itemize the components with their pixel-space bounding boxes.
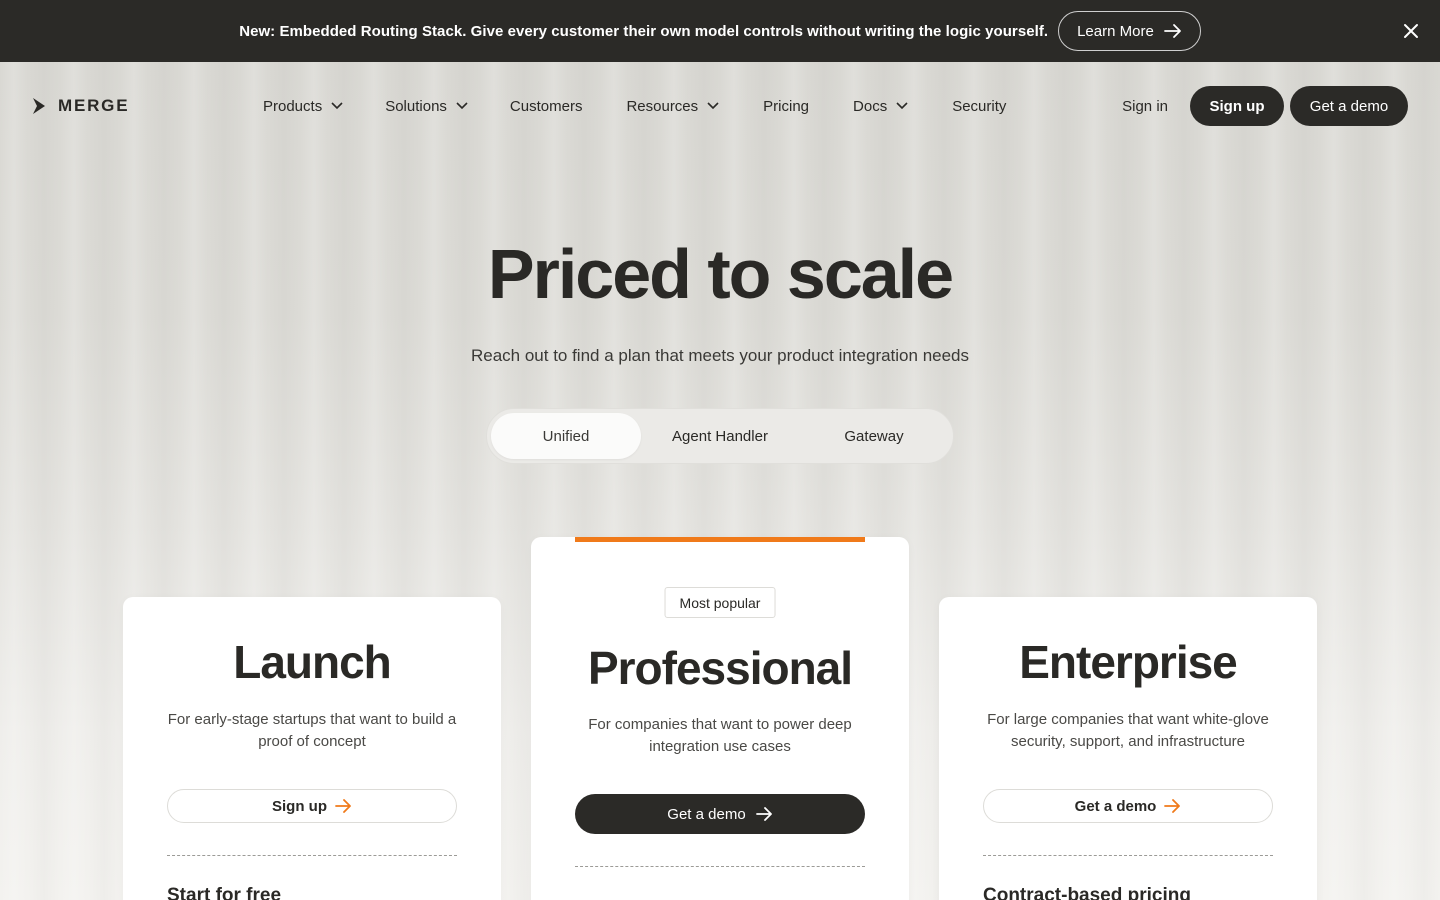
- nav-item-pricing[interactable]: Pricing: [763, 94, 809, 118]
- sign-in-link[interactable]: Sign in: [1122, 98, 1168, 115]
- nav-items: Products Solutions Customers Resources P…: [263, 94, 1006, 118]
- divider: [575, 866, 865, 867]
- button-label: Get a demo: [1074, 797, 1157, 815]
- popular-accent-bar: [575, 537, 865, 542]
- merge-logo-icon: [33, 98, 45, 114]
- banner-text: New: Embedded Routing Stack. Give every …: [239, 22, 1049, 40]
- plan-description: For large companies that want white-glov…: [987, 711, 1269, 750]
- plan-description: For companies that want to power deep in…: [588, 716, 852, 755]
- plan-subheading: Start for free: [167, 885, 282, 900]
- sign-up-label: Sign up: [1209, 97, 1265, 115]
- arrow-right-icon: [1164, 799, 1181, 813]
- plan-description: For early-stage startups that want to bu…: [167, 711, 457, 750]
- arrow-right-icon: [1163, 24, 1181, 38]
- enterprise-get-demo-button[interactable]: Get a demo: [983, 789, 1273, 823]
- sign-up-button[interactable]: Sign up: [1190, 86, 1284, 126]
- tab-agent-handler[interactable]: Agent Handler: [641, 413, 799, 459]
- nav-item-products[interactable]: Products: [263, 94, 343, 118]
- button-label: Sign up: [272, 797, 327, 815]
- page-subtitle: Reach out to find a plan that meets your…: [470, 346, 970, 365]
- nav-item-solutions[interactable]: Solutions: [385, 94, 468, 118]
- learn-more-label: Learn More: [1077, 22, 1154, 40]
- professional-get-demo-button[interactable]: Get a demo: [575, 794, 865, 834]
- nav-item-label: Products: [263, 97, 323, 115]
- nav-item-label: Resources: [626, 97, 699, 115]
- close-icon[interactable]: [1402, 22, 1420, 40]
- nav-item-customers[interactable]: Customers: [510, 94, 583, 118]
- get-demo-label: Get a demo: [1309, 97, 1389, 115]
- launch-sign-up-button[interactable]: Sign up: [167, 789, 457, 823]
- announcement-banner: New: Embedded Routing Stack. Give every …: [0, 0, 1440, 62]
- nav-item-resources[interactable]: Resources: [626, 94, 719, 118]
- nav-item-label: Pricing: [763, 97, 810, 115]
- tab-gateway[interactable]: Gateway: [799, 413, 949, 459]
- plan-card-professional: Most popular Professional For companies …: [531, 537, 909, 900]
- plan-title: Professional: [587, 642, 853, 694]
- most-popular-badge: Most popular: [664, 587, 776, 618]
- page-title: Priced to scale: [487, 235, 954, 313]
- nav-item-label: Security: [952, 97, 1007, 115]
- button-label: Get a demo: [667, 805, 746, 823]
- divider: [983, 855, 1273, 856]
- plan-card-launch: Launch For early-stage startups that wan…: [123, 597, 501, 900]
- plan-title: Launch: [233, 636, 392, 688]
- nav-item-docs[interactable]: Docs: [853, 94, 908, 118]
- get-demo-button[interactable]: Get a demo: [1290, 86, 1408, 126]
- arrow-right-icon: [755, 807, 772, 821]
- arrow-right-icon: [335, 799, 351, 813]
- nav-item-security[interactable]: Security: [952, 94, 1006, 118]
- nav-actions: Sign in Sign up Get a demo: [1122, 86, 1408, 126]
- product-tabs: Unified Agent Handler Gateway: [486, 408, 954, 464]
- chevron-down-icon: [456, 102, 468, 110]
- plan-card-enterprise: Enterprise For large companies that want…: [939, 597, 1317, 900]
- chevron-down-icon: [331, 102, 343, 110]
- merge-logo[interactable]: MERGE: [32, 96, 129, 116]
- divider: [167, 855, 457, 856]
- chevron-down-icon: [707, 102, 719, 110]
- nav-item-label: Docs: [853, 97, 888, 115]
- plan-subheading: Contract-based pricing: [983, 885, 1191, 900]
- plan-title: Enterprise: [1019, 636, 1238, 688]
- nav-item-label: Customers: [509, 97, 583, 115]
- chevron-down-icon: [896, 102, 908, 110]
- tab-unified[interactable]: Unified: [491, 413, 641, 459]
- nav-item-label: Solutions: [385, 97, 447, 115]
- logo-text: MERGE: [58, 96, 130, 115]
- learn-more-button[interactable]: Learn More: [1058, 11, 1201, 51]
- main-nav: MERGE Products Solutions Customers Resou…: [0, 62, 1440, 150]
